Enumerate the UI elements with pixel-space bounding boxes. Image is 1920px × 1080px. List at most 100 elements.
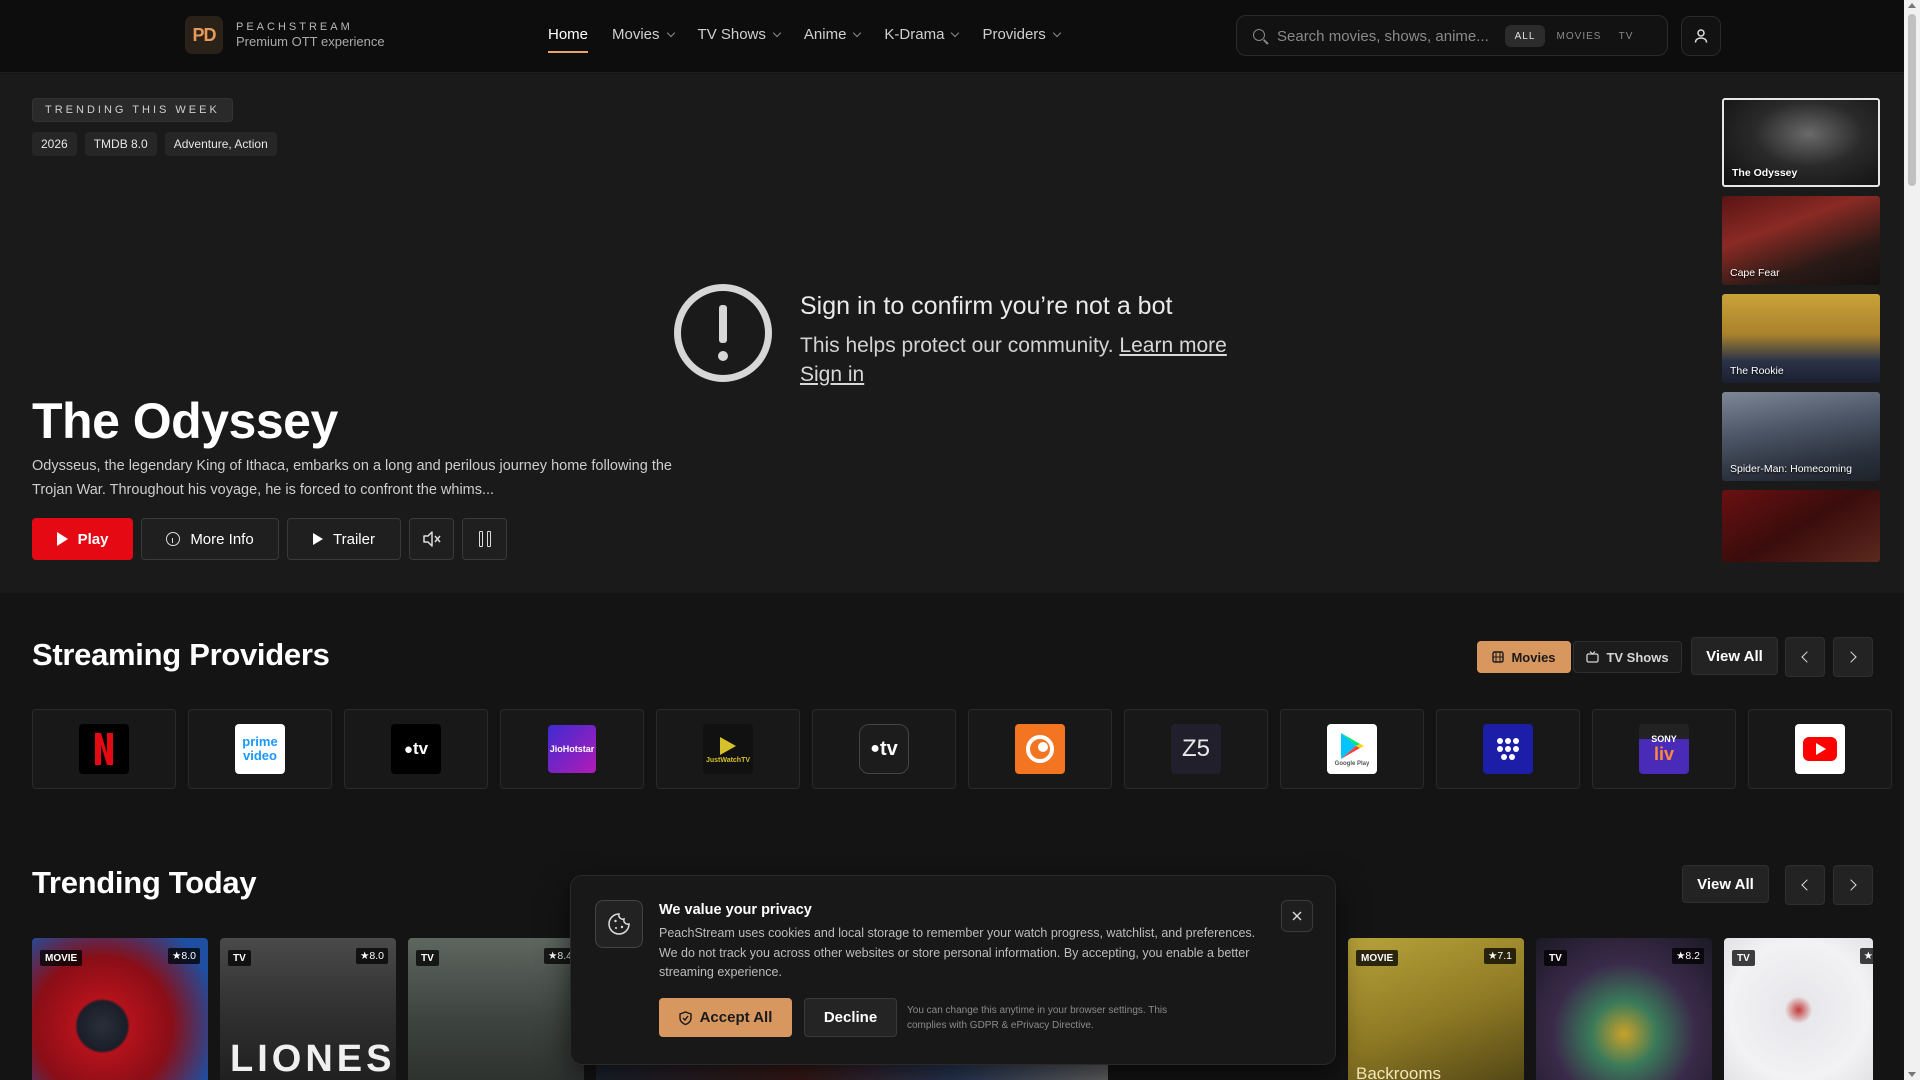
- nav-item-k-drama[interactable]: K-Drama: [884, 26, 960, 43]
- nav-item-tv-shows[interactable]: TV Shows: [697, 26, 782, 43]
- accept-all-button[interactable]: Accept All: [659, 998, 792, 1037]
- provider-crunchyroll[interactable]: [968, 709, 1112, 789]
- scroll-up-arrow-icon[interactable]: [1908, 3, 1916, 8]
- trending-badge: TRENDING THIS WEEK: [32, 98, 233, 122]
- scroll-down-arrow-icon[interactable]: [1908, 1072, 1916, 1077]
- trailer-button[interactable]: Trailer: [287, 518, 401, 560]
- decline-button[interactable]: Decline: [804, 998, 897, 1037]
- rating-value: 8.0: [369, 950, 384, 962]
- providers-view-all-button[interactable]: View All: [1691, 637, 1778, 675]
- type-badge: TV: [228, 950, 251, 966]
- tv-icon: [1586, 651, 1600, 663]
- thumb-title: The Rookie: [1730, 365, 1784, 377]
- page: PD PEACHSTREAM Premium OTT experience Ho…: [0, 0, 1920, 1080]
- chevron-down-icon: [951, 28, 960, 37]
- nav-item-providers[interactable]: Providers: [982, 26, 1062, 43]
- google-play-logo: Google Play: [1327, 724, 1377, 774]
- type-badge: MOVIE: [1356, 950, 1399, 966]
- warning-icon: [674, 284, 772, 382]
- star-icon: ★: [547, 950, 558, 962]
- sony-wordmark: SONY: [1651, 733, 1677, 744]
- brand-tagline: Premium OTT experience: [236, 34, 385, 49]
- thumb-cape-fear[interactable]: Cape Fear: [1722, 196, 1880, 285]
- play-label: Play: [77, 530, 109, 548]
- provider-sony-liv[interactable]: SONY liv: [1592, 709, 1736, 789]
- apple-icon: ●: [403, 740, 413, 758]
- thumb-the-rookie[interactable]: The Rookie: [1722, 294, 1880, 383]
- search-filter-movies[interactable]: MOVIES: [1553, 25, 1605, 47]
- thumb-item[interactable]: [1722, 490, 1880, 562]
- trending-view-all-button[interactable]: View All: [1682, 865, 1769, 903]
- provider-apple-tv[interactable]: ● tv: [344, 709, 488, 789]
- providers-toggle-movies[interactable]: Movies: [1477, 641, 1571, 673]
- thumb-spider-man-homecoming[interactable]: Spider-Man: Homecoming: [1722, 392, 1880, 481]
- nav-label: Anime: [803, 26, 847, 43]
- thumb-the-odyssey[interactable]: The Odyssey: [1722, 98, 1880, 187]
- zee5-logo: Z5: [1171, 724, 1221, 774]
- page-scrollbar[interactable]: [1904, 0, 1920, 1080]
- provider-justwatchtv[interactable]: JustWatchTV: [656, 709, 800, 789]
- pause-button[interactable]: [462, 518, 507, 560]
- cookie-note: You can change this anytime in your brow…: [907, 1005, 1168, 1031]
- top-nav-bar: PD PEACHSTREAM Premium OTT experience Ho…: [0, 0, 1904, 73]
- apple-icon: ●: [870, 740, 880, 757]
- learn-more-link[interactable]: Learn more: [1119, 334, 1226, 357]
- play-button[interactable]: Play: [32, 518, 133, 560]
- jiohotstar-wordmark: JioHotstar: [549, 744, 595, 754]
- type-badge: TV: [1544, 950, 1567, 966]
- title-card[interactable]: MOVIE ★ 8.0: [32, 938, 208, 1080]
- provider-google-play[interactable]: Google Play: [1280, 709, 1424, 789]
- close-button[interactable]: [1281, 900, 1313, 932]
- trending-prev-button[interactable]: [1785, 865, 1825, 905]
- chevron-right-icon: [1845, 879, 1857, 891]
- bot-check-message: This helps protect our community. Learn …: [800, 334, 1280, 358]
- provider-jiohotstar[interactable]: JioHotstar: [500, 709, 644, 789]
- trending-thumbnails: The Odyssey Cape Fear The Rookie Spider-…: [1722, 98, 1880, 571]
- title-card[interactable]: TV ★ 8.2: [1536, 938, 1712, 1080]
- title-card[interactable]: TV ★: [1724, 938, 1873, 1080]
- hero-banner: TRENDING THIS WEEK 2026 TMDB 8.0 Adventu…: [0, 74, 1904, 593]
- crunchyroll-icon: [1026, 735, 1054, 763]
- brand-text[interactable]: PEACHSTREAM Premium OTT experience: [236, 21, 385, 49]
- provider-youtube[interactable]: [1748, 709, 1892, 789]
- chevron-left-icon: [1801, 879, 1813, 891]
- trending-next-button[interactable]: [1833, 865, 1873, 905]
- search-input[interactable]: [1277, 26, 1497, 46]
- provider-mubi[interactable]: [1436, 709, 1580, 789]
- providers-next-button[interactable]: [1833, 637, 1873, 677]
- title-card[interactable]: TV ★ 8.4: [408, 938, 584, 1080]
- account-button[interactable]: [1681, 16, 1721, 56]
- title-card[interactable]: MOVIE ★ 7.1 Backrooms: [1348, 938, 1524, 1080]
- mute-button[interactable]: [409, 518, 454, 560]
- nav-item-movies[interactable]: Movies: [612, 26, 675, 43]
- year-chip: 2026: [32, 132, 77, 156]
- nav-item-home[interactable]: Home: [548, 26, 589, 53]
- rating-value: 8.2: [1685, 950, 1700, 962]
- thumb-title: The Odyssey: [1732, 167, 1798, 179]
- brand-logo-text: PD: [192, 24, 216, 45]
- search-filter-tv[interactable]: TV: [1611, 25, 1641, 47]
- nav-label: TV Shows: [697, 26, 766, 43]
- title-card[interactable]: TV ★8.0 LIONESS: [220, 938, 396, 1080]
- crunchyroll-logo: [1015, 724, 1065, 774]
- volume-mute-icon: [422, 531, 441, 547]
- provider-zee5[interactable]: Z5: [1124, 709, 1268, 789]
- providers-toggle-tv-shows[interactable]: TV Shows: [1573, 641, 1682, 673]
- youtube-logo: [1795, 724, 1845, 774]
- search-filter-all[interactable]: ALL: [1505, 25, 1545, 47]
- brand-logo[interactable]: PD: [185, 16, 223, 54]
- toggle-label: Movies: [1511, 649, 1556, 665]
- provider-netflix[interactable]: [32, 709, 176, 789]
- providers-prev-button[interactable]: [1785, 637, 1825, 677]
- nav-item-anime[interactable]: Anime: [803, 26, 862, 43]
- hero-actions: Play More Info Trailer: [32, 518, 507, 560]
- more-info-button[interactable]: More Info: [141, 518, 279, 560]
- star-icon: ★: [171, 950, 182, 962]
- scrollbar-thumb[interactable]: [1908, 14, 1916, 186]
- nav-label: Movies: [612, 26, 660, 43]
- provider-apple-tv-plus[interactable]: ● tv: [812, 709, 956, 789]
- star-icon: ★: [1863, 950, 1873, 962]
- hero-description: Odysseus, the legendary King of Ithaca, …: [32, 458, 672, 498]
- provider-prime-video[interactable]: prime video: [188, 709, 332, 789]
- sign-in-link[interactable]: Sign in: [800, 363, 864, 387]
